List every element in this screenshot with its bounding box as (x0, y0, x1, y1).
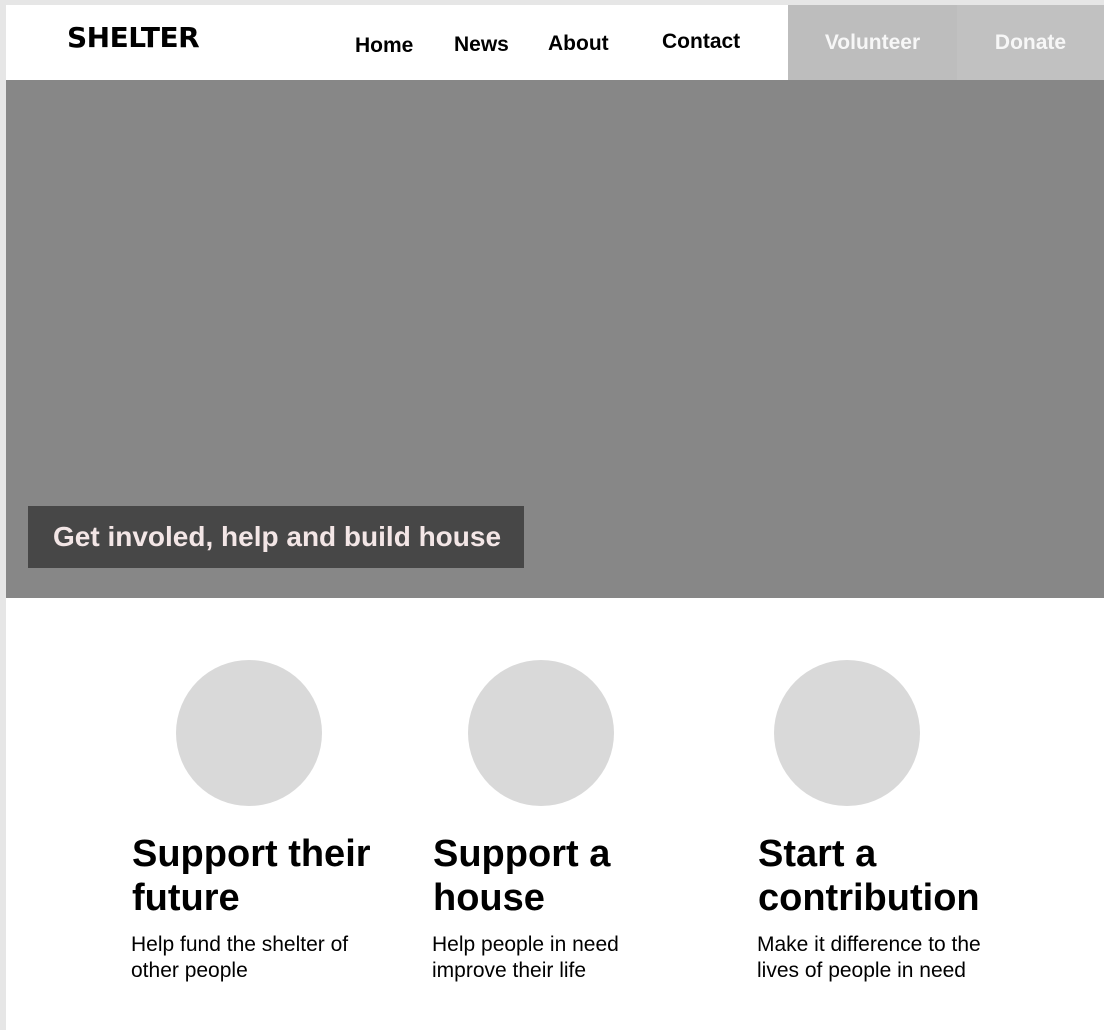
nav-link-news[interactable]: News (454, 34, 509, 55)
feature-image-placeholder (774, 660, 920, 806)
feature-title-support-future: Support their future (132, 833, 371, 919)
feature-description-support-future: Help fund the shelter of other people (131, 933, 349, 982)
nav-link-contact[interactable]: Contact (662, 31, 740, 52)
hero-caption: Get involed, help and build house (28, 506, 524, 568)
feature-title-start-contribution: Start a contribution (758, 833, 980, 919)
nav-link-home[interactable]: Home (355, 35, 413, 56)
page: SHELTER Home News About Contact Voluntee… (6, 5, 1104, 1030)
feature-image-placeholder (468, 660, 614, 806)
donate-button[interactable]: Donate (957, 5, 1104, 80)
feature-image-placeholder (176, 660, 322, 806)
feature-title-support-house: Support a house (433, 833, 611, 919)
nav-link-about[interactable]: About (548, 33, 609, 54)
feature-description-support-house: Help people in need improve their life (432, 933, 619, 982)
feature-description-start-contribution: Make it difference to the lives of peopl… (757, 933, 981, 982)
site-header: SHELTER Home News About Contact Voluntee… (6, 5, 1104, 80)
hero-banner: Get involed, help and build house (6, 80, 1104, 598)
volunteer-button[interactable]: Volunteer (788, 5, 957, 80)
site-logo[interactable]: SHELTER (67, 24, 200, 52)
